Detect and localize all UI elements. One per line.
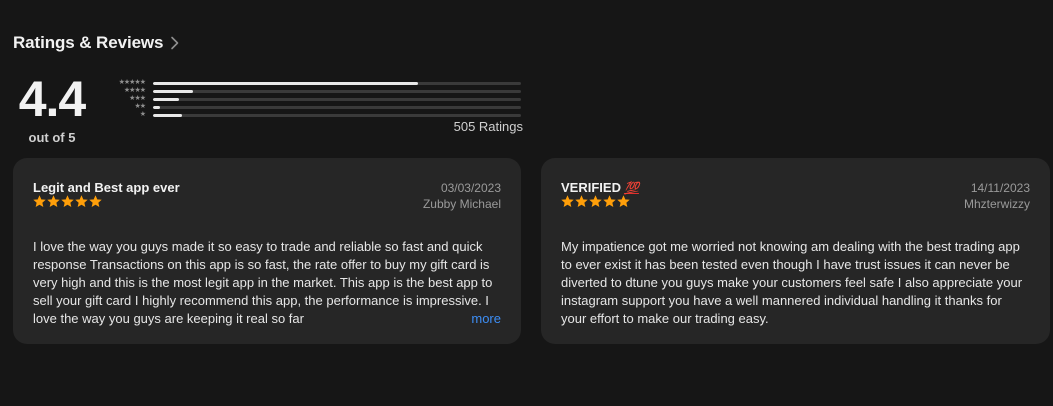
star-icon [61,195,74,208]
review-card[interactable]: Legit and Best app ever 03/03/2023 Zubby… [13,158,521,344]
histogram-bar-3 [153,98,179,101]
review-card[interactable]: VERIFIED 💯 14/11/2023 Mhzterwizzy My impa… [541,158,1050,344]
average-rating: 4.4 [18,71,87,127]
one-star-label-icon: ★ [139,111,146,118]
review-author: Mhzterwizzy [963,197,1030,211]
histogram-row-2: ★★ [105,103,521,112]
hundred-points-emoji: 💯 [623,181,639,195]
histogram-track [153,114,521,117]
star-icon [75,195,88,208]
histogram-row-3: ★★★ [105,95,521,104]
review-star-rating [33,195,102,208]
star-icon [617,195,630,208]
star-icon [47,195,60,208]
histogram-bar-1 [153,114,183,117]
star-icon [603,195,616,208]
chevron-right-icon[interactable] [169,36,181,50]
review-title: VERIFIED 💯 [561,180,639,195]
star-icon [589,195,602,208]
histogram-row-4: ★★★★ [105,87,521,96]
review-date: 03/03/2023 [440,181,501,195]
histogram-track [153,98,521,101]
review-body: I love the way you guys made it so easy … [33,238,501,328]
histogram-row-5: ★★★★★ [105,79,521,88]
review-text: I love the way you guys made it so easy … [33,239,493,326]
review-author: Zubby Michael [422,197,501,211]
review-header: Legit and Best app ever 03/03/2023 Zubby… [33,178,501,228]
review-star-rating [561,195,630,208]
review-body: My impatience got me worried not knowing… [561,238,1030,328]
histogram-track [153,82,521,85]
review-title: Legit and Best app ever [33,180,180,195]
histogram-track [153,106,521,109]
star-icon [89,195,102,208]
more-link[interactable]: more [437,310,501,328]
section-title[interactable]: Ratings & Reviews [13,33,164,53]
ratings-reviews-page: Ratings & Reviews 4.4 out of 5 ★★★★★ ★★★… [0,0,1053,406]
rating-histogram: ★★★★★ ★★★★ ★★★ ★★ ★ [105,79,521,120]
review-title-text: VERIFIED [561,180,621,195]
histogram-track [153,90,521,93]
histogram-bar-4 [153,90,194,93]
rating-summary: 4.4 out of 5 ★★★★★ ★★★★ ★★★ ★★ ★ 505 Rat… [13,70,523,150]
star-icon [33,195,46,208]
ratings-reviews-header[interactable]: Ratings & Reviews [13,33,181,53]
review-header: VERIFIED 💯 14/11/2023 Mhzterwizzy [561,178,1030,228]
star-icon [561,195,574,208]
histogram-bar-5 [153,82,418,85]
star-icon [575,195,588,208]
review-text: My impatience got me worried not knowing… [561,239,1023,326]
out-of-label: out of 5 [28,130,76,145]
histogram-bar-2 [153,106,161,109]
review-date: 14/11/2023 [970,181,1030,195]
ratings-count: 505 Ratings [453,119,523,134]
